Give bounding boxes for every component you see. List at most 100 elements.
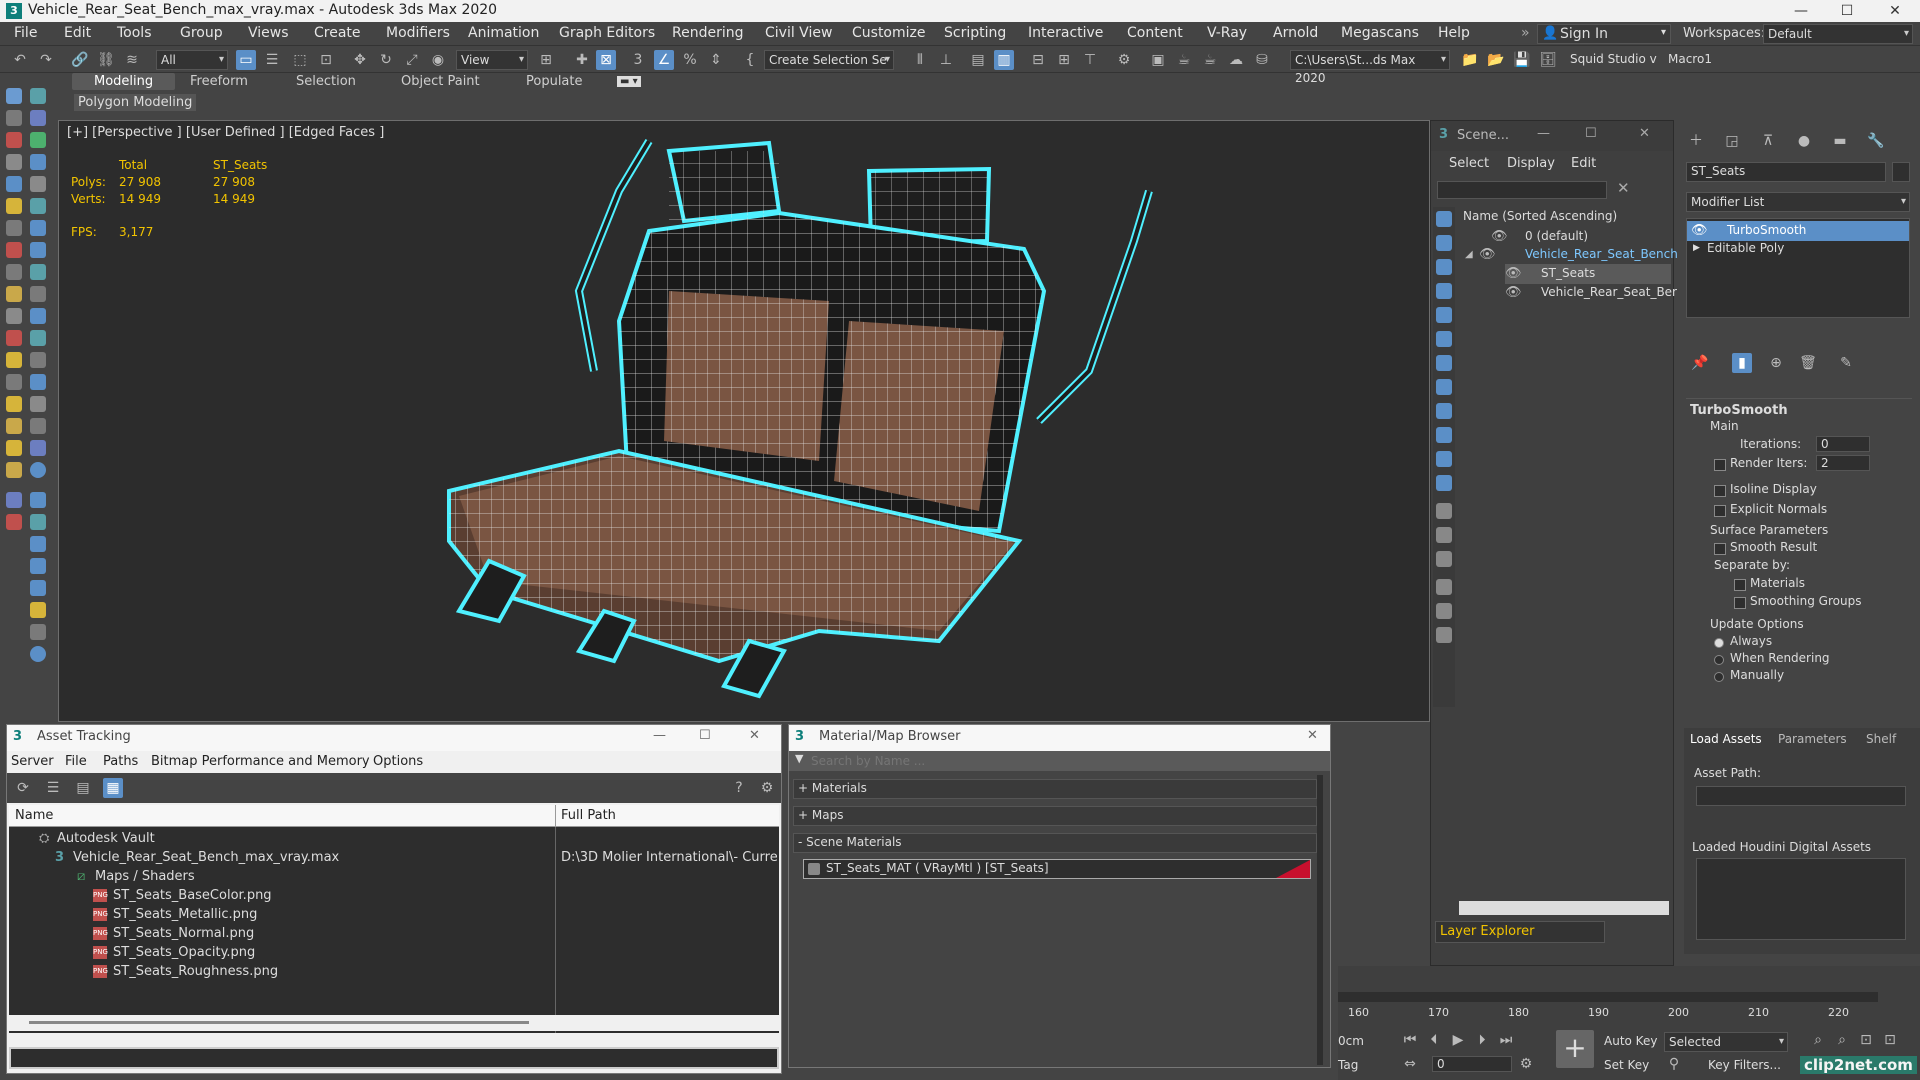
menu-megascans[interactable]: Megascans xyxy=(1341,25,1419,41)
table-row[interactable]: PNG ST_Seats_Metallic.png xyxy=(9,905,779,925)
scene-horizontal-scrollbar[interactable] xyxy=(1459,901,1669,915)
macro-label[interactable]: Macro1 xyxy=(1668,52,1712,66)
strip-icon-s[interactable] xyxy=(6,352,22,368)
edit-named-selection-icon[interactable]: { xyxy=(740,50,760,70)
tab-populate[interactable]: Populate xyxy=(526,74,583,89)
filter-containers-icon[interactable] xyxy=(1436,427,1452,443)
utilities-icon[interactable] xyxy=(30,132,46,148)
close-icon[interactable]: ✕ xyxy=(1307,728,1318,743)
menu-help[interactable]: Help xyxy=(1438,25,1470,41)
asset-path-field[interactable] xyxy=(9,1047,779,1069)
material-list-item[interactable]: ST_Seats_MAT ( VRayMtl ) [ST_Seats] xyxy=(803,859,1311,879)
scene-menu-display[interactable]: Display xyxy=(1507,156,1555,171)
filter-bones-icon[interactable] xyxy=(1436,403,1452,419)
strip-icon-u[interactable] xyxy=(6,374,22,390)
render-iterative-icon[interactable]: ☕ xyxy=(1200,50,1220,70)
eye-icon[interactable]: 👁 xyxy=(1491,227,1508,246)
previous-frame-icon[interactable]: ⏴ xyxy=(1424,1030,1444,1050)
tab-load-assets[interactable]: Load Assets xyxy=(1690,732,1762,746)
menu-graph-editors[interactable]: Graph Editors xyxy=(559,25,655,41)
select-by-name-icon[interactable]: ☰ xyxy=(262,50,282,70)
window-crossing-icon[interactable]: ⊡ xyxy=(316,50,336,70)
configure-sets-icon[interactable]: ✎ xyxy=(1836,353,1856,373)
move-icon[interactable]: ✥ xyxy=(350,50,370,70)
filter-geometry-icon[interactable] xyxy=(1436,211,1452,227)
a360-icon[interactable]: ⛁ xyxy=(1252,50,1272,70)
menu-arnold[interactable]: Arnold xyxy=(1273,25,1318,41)
material-search-input[interactable] xyxy=(811,752,1321,770)
strip-icon-f[interactable] xyxy=(30,198,46,214)
expand-icon[interactable]: ◢ xyxy=(1465,245,1473,264)
minimize-button[interactable]: — xyxy=(1778,0,1824,22)
tab-selection[interactable]: Selection xyxy=(296,74,356,89)
filter-hidden-icon[interactable] xyxy=(1436,475,1452,491)
open-icon[interactable]: 📂 xyxy=(1486,50,1506,70)
align-icon[interactable]: ⊥ xyxy=(936,50,956,70)
render-iters-spinner[interactable]: 2 xyxy=(1816,455,1870,471)
strip-icon-t[interactable] xyxy=(30,352,46,368)
minimize-icon[interactable]: — xyxy=(653,728,666,743)
close-icon[interactable]: ✕ xyxy=(1639,126,1650,141)
strip-icon-ae[interactable] xyxy=(30,492,46,508)
table-row[interactable]: 3 Vehicle_Rear_Seat_Bench_max_vray.max D… xyxy=(9,848,779,868)
menu-animation[interactable]: Animation xyxy=(468,25,539,41)
rotate-icon[interactable]: ↻ xyxy=(376,50,396,70)
filter-toggle-icon[interactable] xyxy=(1436,579,1452,595)
menu-overflow-icon[interactable]: » xyxy=(1521,25,1530,41)
schematic-view-icon[interactable]: ⊞ xyxy=(1054,50,1074,70)
mirror-icon[interactable]: ⫴ xyxy=(910,50,930,70)
menu-paths[interactable]: Paths xyxy=(103,754,138,769)
layer-explorer-dropdown[interactable]: Layer Explorer xyxy=(1435,921,1605,943)
scene-search-input[interactable] xyxy=(1437,181,1607,199)
zoom-icon[interactable]: ⌕ xyxy=(1808,1030,1828,1050)
expand-icon[interactable]: ▶ xyxy=(1693,239,1700,258)
menu-civil-view[interactable]: Civil View xyxy=(765,25,832,41)
modify-icon[interactable] xyxy=(30,88,46,104)
show-end-result-icon[interactable]: ▮ xyxy=(1732,353,1752,373)
pin-stack-icon[interactable]: 📌 xyxy=(1690,353,1710,373)
motion-tab-icon[interactable]: ● xyxy=(1794,131,1814,151)
menu-options[interactable]: Options xyxy=(373,754,423,769)
strip-icon-m[interactable] xyxy=(6,286,22,302)
motion-icon[interactable] xyxy=(30,110,46,126)
zoom-extents-icon[interactable]: ⊡ xyxy=(1856,1030,1876,1050)
list-view-icon[interactable]: ☰ xyxy=(43,778,63,798)
zoom-region-icon[interactable]: ⊡ xyxy=(1880,1030,1900,1050)
filter-all-icon[interactable] xyxy=(1436,503,1452,519)
settings-icon[interactable]: ⚙ xyxy=(757,778,777,798)
strip-icon-ag[interactable] xyxy=(30,514,46,530)
save-icon[interactable]: 💾 xyxy=(1512,50,1532,70)
menu-vray[interactable]: V-Ray xyxy=(1207,25,1247,41)
strip-icon-d[interactable] xyxy=(30,176,46,192)
strip-icon-n[interactable] xyxy=(30,286,46,302)
stack-item-turbosmooth[interactable]: 👁 TurboSmooth xyxy=(1687,221,1909,241)
filter-frozen-icon[interactable] xyxy=(1436,451,1452,467)
maximize-icon[interactable]: ☐ xyxy=(699,728,711,743)
next-frame-icon[interactable]: ⏵ xyxy=(1472,1030,1492,1050)
tab-parameters[interactable]: Parameters xyxy=(1778,732,1847,746)
add-time-tag[interactable]: Tag xyxy=(1338,1058,1358,1072)
go-to-end-icon[interactable]: ⏭ xyxy=(1496,1030,1516,1050)
menu-edit[interactable]: Edit xyxy=(64,25,91,41)
timeline-ruler[interactable] xyxy=(1338,992,1878,1002)
table-row[interactable]: ⛭ Autodesk Vault xyxy=(9,829,779,849)
project-icon[interactable]: 📁 xyxy=(1460,50,1480,70)
ribbon-options-icon[interactable]: ▬ ▾ xyxy=(617,76,641,87)
strip-icon-c[interactable] xyxy=(6,176,22,192)
set-key-button[interactable]: + xyxy=(1556,1030,1594,1068)
loaded-assets-list[interactable] xyxy=(1696,858,1906,940)
modifier-list-dropdown[interactable]: Modifier List xyxy=(1686,192,1910,212)
filter-shapes-icon[interactable] xyxy=(1436,235,1452,251)
menu-create[interactable]: Create xyxy=(314,25,361,41)
menu-scripting[interactable]: Scripting xyxy=(944,25,1006,41)
asset-path-input[interactable] xyxy=(1696,786,1906,806)
current-frame-field[interactable]: 0 xyxy=(1432,1056,1512,1072)
strip-icon-y[interactable] xyxy=(6,418,22,434)
menu-interactive[interactable]: Interactive xyxy=(1028,25,1103,41)
tree-view-icon[interactable]: ▤ xyxy=(73,778,93,798)
minimize-icon[interactable]: — xyxy=(1537,126,1550,141)
col-name-header[interactable]: Name xyxy=(15,808,53,823)
eye-icon[interactable]: 👁 xyxy=(1505,283,1522,302)
menu-bitmap-performance[interactable]: Bitmap Performance and Memory xyxy=(151,754,370,769)
question-icon[interactable] xyxy=(30,646,46,662)
